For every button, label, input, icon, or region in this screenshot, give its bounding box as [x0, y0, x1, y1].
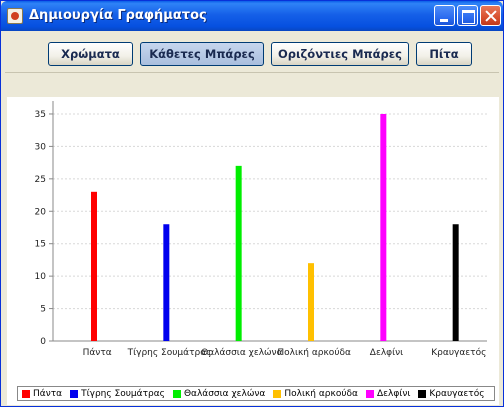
legend-item: Τίγρης Σουμάτρας: [70, 389, 165, 399]
title-bar[interactable]: Δημιουργία Γραφήματος: [1, 1, 503, 31]
maximize-button[interactable]: [457, 5, 478, 26]
legend-swatch: [70, 389, 79, 398]
legend-item: Θαλάσσια χελώνα: [172, 388, 266, 399]
y-tick-label: 10: [35, 272, 47, 282]
legend-label: Θαλάσσια χελώνα: [183, 388, 266, 399]
legend-swatch: [22, 389, 30, 398]
y-tick-label: 5: [40, 305, 46, 315]
bar: [380, 113, 387, 341]
close-button[interactable]: [480, 5, 501, 26]
legend-item: Πολική αρκούδα: [273, 389, 358, 399]
legend-item: Πάντα: [22, 389, 62, 399]
legend-label: Κραυγαετός: [429, 388, 485, 399]
legend-label: Δελφίνι: [376, 388, 411, 399]
y-tick-label: 20: [35, 207, 47, 217]
horizontal-bars-button[interactable]: Οριζόντιες Μπάρες: [271, 42, 409, 66]
bar: [235, 165, 242, 341]
window-title: Δημιουργία Γραφήματος: [29, 8, 207, 23]
x-tick-label: Πολική αρκούδα: [277, 347, 351, 358]
legend-swatch: [365, 389, 374, 398]
bar: [91, 191, 97, 341]
pie-button[interactable]: Πίτα: [416, 42, 472, 66]
y-tick-label: 0: [40, 337, 46, 347]
java-app-icon: [7, 8, 23, 24]
bar: [163, 224, 170, 341]
minimize-button[interactable]: [434, 5, 455, 26]
bar: [308, 263, 314, 341]
x-tick-label: Τίγρης Σουμάτρας: [127, 348, 212, 358]
y-tick-label: 30: [35, 142, 47, 152]
legend-swatch: [273, 389, 282, 398]
chart-panel: 0 5 10 15 20 25 30 35 Πάντα Τίγρης Σουμάτρας Θαλάσ…: [7, 97, 499, 405]
y-tick-label: 25: [35, 175, 46, 185]
legend-swatch: [172, 389, 181, 398]
x-tick-label: Δελφίνι: [370, 348, 403, 358]
legend-label: Πάντα: [33, 388, 63, 399]
vertical-bars-button[interactable]: Κάθετες Μπάρες: [140, 42, 264, 66]
toolbar: Χρώματα Κάθετες Μπάρες Οριζόντιες Μπάρες…: [5, 35, 499, 73]
legend-item: Δελφίνι: [365, 388, 411, 399]
x-tick-label: Πάντα: [83, 348, 112, 358]
x-tick-label: Κραυγαετός: [431, 347, 486, 358]
chart-legend: Πάντα Τίγρης Σουμάτρας Θαλάσσια χελώνα Πολι…: [17, 386, 495, 401]
bar: [452, 224, 459, 341]
x-tick-label: Θαλάσσια χελώνα: [201, 347, 282, 358]
legend-label: Τίγρης Σουμάτρας: [81, 388, 165, 399]
app-window: Δημιουργία Γραφήματος Χρώματα Κάθετες Μπ…: [0, 0, 504, 407]
legend-item: Κραυγαετός: [418, 389, 484, 399]
y-tick-label: 35: [35, 110, 46, 120]
legend-label: Πολική αρκούδα: [284, 388, 358, 399]
legend-swatch: [418, 389, 427, 398]
bar-chart: 0 5 10 15 20 25 30 35 Πάντα Τίγρης ΣουμάτραςΘαλάσ…: [35, 101, 487, 358]
colors-button[interactable]: Χρώματα: [48, 42, 133, 66]
y-tick-label: 15: [35, 240, 46, 250]
